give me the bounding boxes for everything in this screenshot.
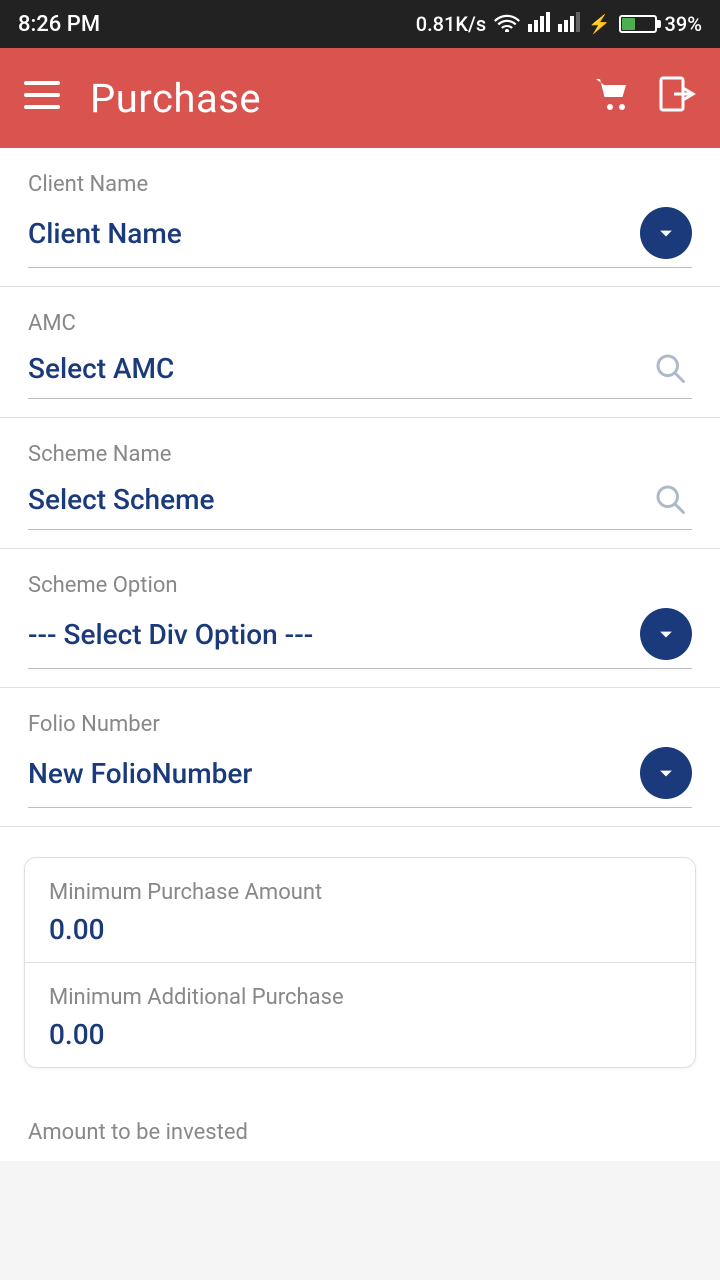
folio-number-section: Folio Number New FolioNumber (0, 688, 720, 827)
battery-percent: 39% (665, 12, 702, 36)
scheme-option-row[interactable]: --- Select Div Option --- (28, 608, 692, 669)
amc-search-button[interactable] (648, 346, 692, 390)
cart-button[interactable] (594, 75, 632, 122)
min-purchase-row: Minimum Purchase Amount 0.00 (25, 858, 695, 962)
amc-row[interactable]: Select AMC (28, 346, 692, 399)
client-name-label: Client Name (28, 172, 692, 197)
scheme-name-section: Scheme Name Select Scheme (0, 418, 720, 549)
min-additional-purchase-row: Minimum Additional Purchase 0.00 (25, 962, 695, 1067)
min-additional-purchase-value: 0.00 (49, 1018, 671, 1051)
scheme-name-row[interactable]: Select Scheme (28, 477, 692, 530)
client-name-value: Client Name (28, 217, 182, 250)
scheme-name-placeholder: Select Scheme (28, 483, 215, 516)
amc-placeholder: Select AMC (28, 352, 174, 385)
amc-label: AMC (28, 311, 692, 336)
folio-number-label: Folio Number (28, 712, 692, 737)
form-content: Client Name Client Name AMC Select AMC S… (0, 148, 720, 1161)
min-purchase-value: 0.00 (49, 913, 671, 946)
folio-number-row[interactable]: New FolioNumber (28, 747, 692, 808)
time-display: 8:26 PM (18, 12, 100, 37)
folio-number-value: New FolioNumber (28, 757, 252, 790)
signal-icon (528, 12, 550, 37)
info-card: Minimum Purchase Amount 0.00 Minimum Add… (24, 857, 696, 1068)
app-bar: Purchase (0, 48, 720, 148)
min-purchase-label: Minimum Purchase Amount (49, 880, 671, 905)
scheme-search-button[interactable] (648, 477, 692, 521)
wifi-icon (494, 12, 520, 37)
page-title: Purchase (90, 75, 594, 122)
amount-label: Amount to be invested (0, 1092, 720, 1161)
status-bar-right: 0.81K/s ⚡ (416, 12, 702, 37)
battery-indicator (619, 15, 657, 33)
menu-button[interactable] (24, 81, 60, 115)
scheme-option-section: Scheme Option --- Select Div Option --- (0, 549, 720, 688)
signal2-icon (558, 12, 580, 37)
client-name-section: Client Name Client Name (0, 148, 720, 287)
amc-section: AMC Select AMC (0, 287, 720, 418)
network-speed: 0.81K/s (416, 12, 486, 36)
status-bar: 8:26 PM 0.81K/s (0, 0, 720, 48)
scheme-name-label: Scheme Name (28, 442, 692, 467)
folio-number-dropdown[interactable] (640, 747, 692, 799)
scheme-option-label: Scheme Option (28, 573, 692, 598)
scheme-option-dropdown[interactable] (640, 608, 692, 660)
client-name-dropdown[interactable] (640, 207, 692, 259)
app-bar-icons (594, 75, 696, 122)
scheme-option-value: --- Select Div Option --- (28, 618, 313, 651)
min-additional-purchase-label: Minimum Additional Purchase (49, 985, 671, 1010)
logout-button[interactable] (658, 75, 696, 122)
charging-icon: ⚡ (588, 14, 610, 35)
client-name-row[interactable]: Client Name (28, 207, 692, 268)
